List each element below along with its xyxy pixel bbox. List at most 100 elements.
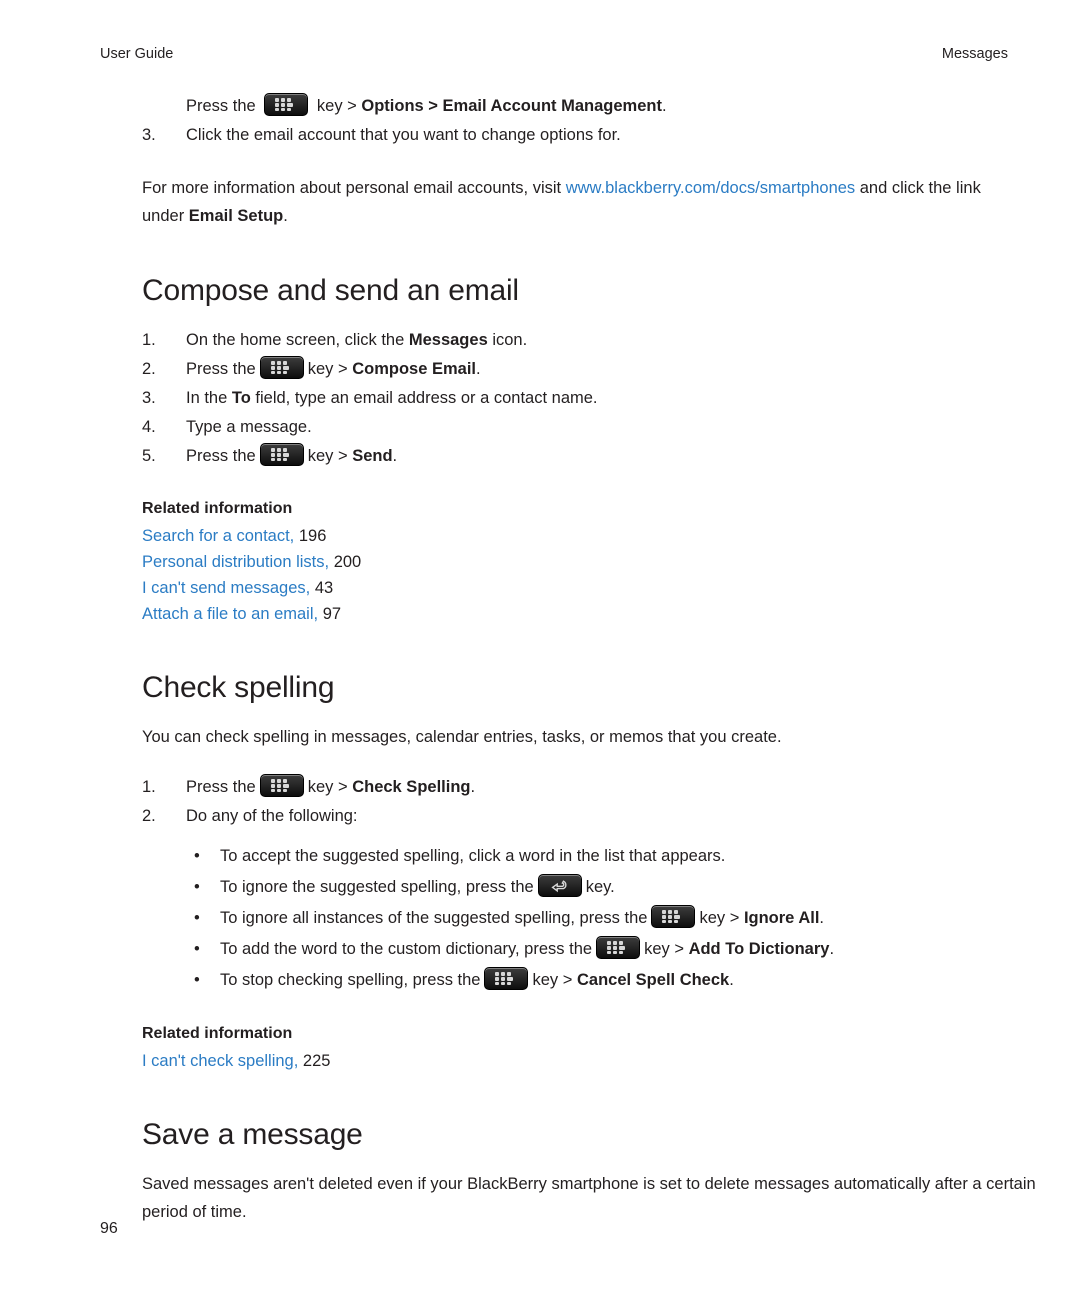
spelling-bullet-ignore: • To ignore the suggested spelling, pres… [194, 872, 1008, 903]
related-link[interactable]: Search for a contact, [142, 527, 294, 545]
step-number: 1. [142, 331, 156, 349]
spelling-bullet-cancel: • To stop checking spelling, press the ke… [194, 965, 1008, 996]
related-link[interactable]: Personal distribution lists, [142, 553, 329, 571]
step-number: 3. [142, 126, 156, 144]
related-page-number: 200 [333, 553, 362, 571]
compose-step-4: 4. Type a message. [142, 413, 1008, 442]
running-head-right: Messages [941, 46, 1008, 62]
blackberry-menu-key-icon [264, 93, 309, 116]
blackberry-menu-key-icon [596, 936, 641, 959]
running-head-left: User Guide [100, 46, 174, 62]
step-text: On the home screen, click the Messages i… [186, 326, 1008, 355]
step-text: In the To field, type an email address o… [186, 384, 1008, 413]
step-text-post: . [476, 360, 481, 378]
related-information-heading-compose: Related information [142, 500, 293, 517]
spelling-step-2: 2. Do any of the following: [142, 802, 1008, 831]
section-title-save-message: Save a message [142, 1118, 363, 1151]
step-text-pre: Press the [186, 360, 256, 378]
running-head: User Guide Messages [72, 0, 1008, 62]
related-link[interactable]: I can't check spelling, [142, 1052, 298, 1070]
step-number: 2. [142, 807, 156, 825]
related-link-item[interactable]: I can't check spelling, 225 [142, 1048, 1008, 1074]
related-link-item[interactable]: Personal distribution lists, 200 [142, 549, 1008, 575]
step-text: Press the key > Compose Email. [186, 355, 1008, 384]
step-text-post: icon. [487, 331, 528, 349]
bullet-marker: • [194, 971, 200, 989]
escape-key-icon [537, 874, 582, 897]
step-number: 5. [142, 447, 156, 465]
bullet-marker: • [194, 940, 200, 958]
step-text-bold: Check Spelling [352, 778, 471, 796]
step-text-post: . [470, 778, 476, 796]
spelling-intro-paragraph: You can check spelling in messages, cale… [142, 728, 782, 746]
step-text-post: . [392, 447, 398, 465]
related-link-item[interactable]: Attach a file to an email, 97 [142, 601, 1008, 627]
step-text-pre: Press the [186, 447, 256, 465]
document-page: User Guide Messages Press the key > Opti… [0, 0, 1080, 1296]
bullet-text-pre: To ignore all instances of the suggested… [220, 909, 648, 927]
page-number-footer: 96 [100, 1220, 118, 1237]
bullet-text-mid: key > [644, 940, 684, 958]
paragraph-pre: For more information about personal emai… [142, 179, 566, 197]
related-page-number: 97 [322, 605, 342, 623]
bullet-marker: • [194, 878, 200, 896]
step-text-pre: Press the [186, 97, 256, 115]
related-link[interactable]: Attach a file to an email, [142, 605, 318, 623]
paragraph-bold: Email Setup [188, 207, 284, 225]
step-text-mid: key > [316, 97, 357, 115]
step-text-pre: Press the [186, 778, 256, 796]
blackberry-docs-link[interactable]: www.blackberry.com/docs/smartphones [566, 179, 855, 197]
step-text: Click the email account that you want to… [186, 126, 621, 144]
step-text: Do any of the following: [186, 807, 358, 825]
bullet-text-bold: Add To Dictionary [688, 940, 830, 958]
step-press-menu-options: Press the key > Options > Email Account … [186, 92, 1008, 121]
bullet-marker: • [194, 847, 200, 865]
compose-step-2: 2. Press the key > Compose Email. [142, 355, 1008, 384]
step-text-mid: key > [307, 360, 348, 378]
step-text-bold: Compose Email [352, 360, 476, 378]
bullet-text: To accept the suggested spelling, click … [220, 847, 726, 865]
step-text-bold: To [231, 389, 251, 407]
bullet-text-pre: To ignore the suggested spelling, press … [220, 878, 534, 896]
bullet-text: To ignore the suggested spelling, press … [220, 872, 615, 903]
paragraph-post: . [283, 207, 288, 225]
step-text-post: field, type an email address or a contac… [250, 389, 598, 407]
related-page-number: 225 [302, 1052, 331, 1070]
related-link[interactable]: I can't send messages, [142, 579, 310, 597]
blackberry-menu-key-icon [259, 774, 304, 797]
step-number: 1. [142, 778, 156, 796]
bullet-text: To ignore all instances of the suggested… [220, 903, 824, 934]
related-information-heading-spelling: Related information [142, 1025, 293, 1042]
bullet-text-bold: Ignore All [743, 909, 820, 927]
step-text-pre: On the home screen, click the [186, 331, 409, 349]
related-link-item[interactable]: Search for a contact, 196 [142, 523, 1008, 549]
compose-step-1: 1. On the home screen, click the Message… [142, 326, 1008, 355]
related-link-item[interactable]: I can't send messages, 43 [142, 575, 1008, 601]
section-title-compose: Compose and send an email [142, 274, 519, 307]
step-text: Type a message. [186, 418, 312, 436]
spelling-bullet-ignore-all: • To ignore all instances of the suggest… [194, 903, 1008, 934]
blackberry-menu-key-icon [259, 356, 304, 379]
compose-step-3: 3. In the To field, type an email addres… [142, 384, 1008, 413]
spelling-bullet-add-dictionary: • To add the word to the custom dictiona… [194, 934, 1008, 965]
spelling-step-1: 1. Press the key > Check Spelling. [142, 773, 1008, 802]
bullet-text-post: . [819, 909, 825, 927]
step-text-mid: key > [307, 447, 348, 465]
step-text-mid: key > [307, 778, 348, 796]
bullet-text-post: . [829, 940, 835, 958]
compose-step-5: 5. Press the key > Send. [142, 442, 1008, 471]
bullet-text-pre: To stop checking spelling, press the [220, 971, 481, 989]
blackberry-menu-key-icon [651, 905, 696, 928]
step-text-pre: In the [186, 389, 232, 407]
step-text: Press the key > Send. [186, 442, 1008, 471]
step-text-bold: Send [352, 447, 393, 465]
bullet-text: To stop checking spelling, press the key … [220, 965, 734, 996]
page-content: Press the key > Options > Email Account … [72, 92, 1036, 1226]
bullet-marker: • [194, 909, 200, 927]
bullet-text-post: . [729, 971, 734, 989]
bullet-text-mid: key > [699, 909, 740, 927]
step-number: 4. [142, 418, 156, 436]
bullet-text-mid: key. [585, 878, 615, 896]
step-text: Press the key > Check Spelling. [186, 773, 1008, 802]
related-page-number: 196 [298, 527, 327, 545]
